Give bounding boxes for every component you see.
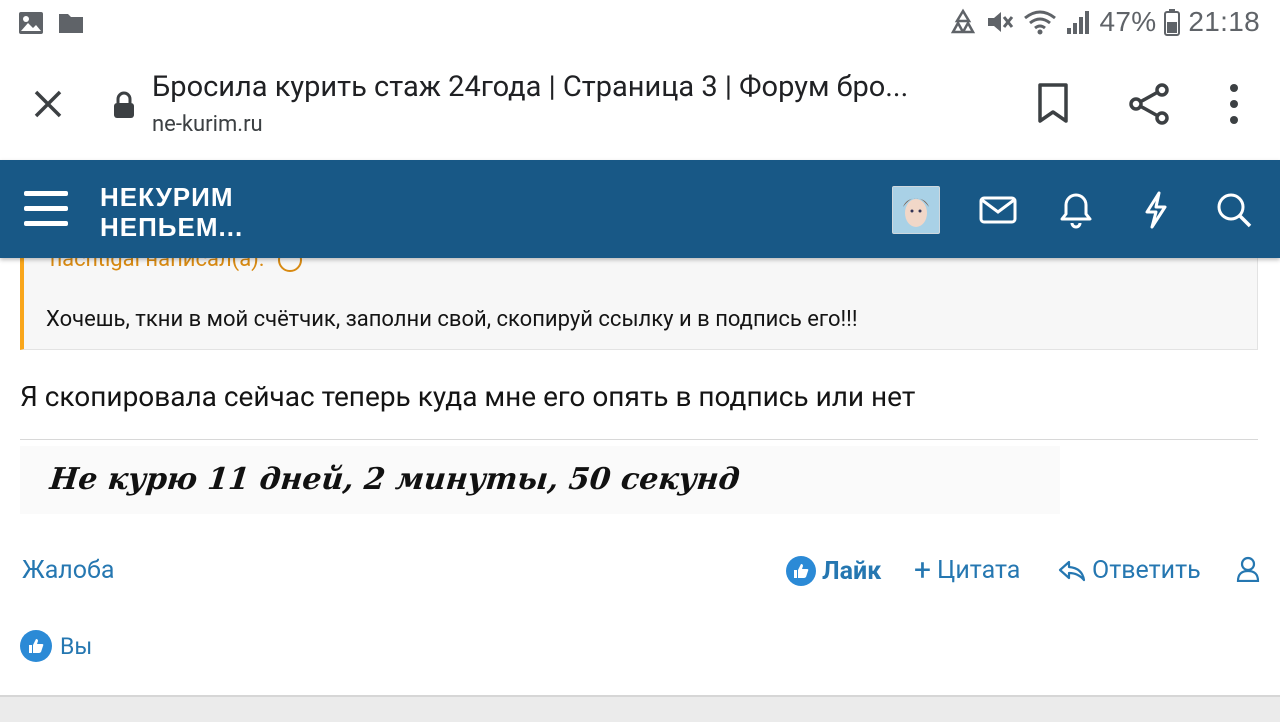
battery-percentage: 47% [1099, 6, 1157, 37]
share-icon[interactable] [1128, 82, 1172, 126]
search-icon[interactable] [1214, 190, 1254, 230]
page-bottom-separator [0, 695, 1280, 722]
quote-text: Хочешь, ткни в мой счётчик, заполни свой… [46, 307, 858, 332]
like-button[interactable]: Лайк [786, 556, 881, 586]
close-icon[interactable] [28, 84, 68, 124]
report-link[interactable]: Жалоба [22, 556, 114, 585]
bell-icon[interactable] [1056, 190, 1096, 230]
status-bar: 47% 21:18 [0, 0, 1280, 48]
page-title[interactable]: Бросила курить стаж 24года | Страница 3 … [152, 70, 992, 104]
wifi-icon [1023, 8, 1057, 36]
user-icon [1236, 556, 1260, 582]
page-url[interactable]: ne-kurim.ru [152, 112, 263, 137]
quote-button[interactable]: + Цитата [914, 552, 1021, 588]
report-label: Жалоба [22, 556, 115, 585]
logo-line2: НЕПЬЕМ... [100, 212, 244, 242]
folder-icon [58, 11, 84, 39]
mute-icon [985, 8, 1015, 36]
signal-icon [1065, 8, 1091, 36]
quote-block: nachtigal написал(а): Хочешь, ткни в мой… [20, 247, 1258, 350]
user-button[interactable] [1236, 556, 1260, 582]
avatar[interactable] [892, 186, 940, 234]
signature-divider [20, 439, 1258, 440]
likes-summary[interactable]: Вы [20, 630, 92, 662]
menu-icon[interactable] [24, 191, 68, 227]
post-message: Я скопировала сейчас теперь куда мне его… [20, 380, 916, 413]
likes-text: Вы [60, 632, 93, 660]
reply-icon [1058, 560, 1086, 581]
thumbs-up-icon [20, 630, 52, 662]
lock-icon [114, 91, 134, 118]
more-vert-icon[interactable] [1222, 82, 1246, 126]
reply-label: Ответить [1092, 556, 1201, 585]
logo-line1: НЕКУРИМ [100, 182, 234, 212]
browser-toolbar: Бросила курить стаж 24года | Страница 3 … [0, 48, 1280, 160]
clock: 21:18 [1188, 6, 1260, 37]
battery-icon [1164, 8, 1181, 36]
mail-icon[interactable] [978, 190, 1018, 230]
reply-button[interactable]: Ответить [1058, 556, 1201, 585]
thumbs-up-icon [786, 556, 816, 586]
gallery-icon [18, 11, 44, 39]
post-actions: Жалоба Лайк + Цитата Ответить [0, 552, 1280, 592]
like-label: Лайк [822, 556, 882, 586]
signature-text: Не курю 11 дней, 2 минуты, 50 секунд [48, 462, 742, 497]
plus-icon: + [914, 552, 932, 588]
quote-label: Цитата [937, 556, 1021, 585]
site-logo[interactable]: НЕКУРИМ НЕПЬЕМ... [100, 182, 243, 242]
bolt-icon[interactable] [1136, 190, 1176, 230]
avatar-image [893, 187, 939, 233]
bookmark-icon[interactable] [1036, 82, 1070, 124]
recycle-icon [949, 8, 977, 36]
signature-image[interactable]: Не курю 11 дней, 2 минуты, 50 секунд [20, 446, 1060, 514]
